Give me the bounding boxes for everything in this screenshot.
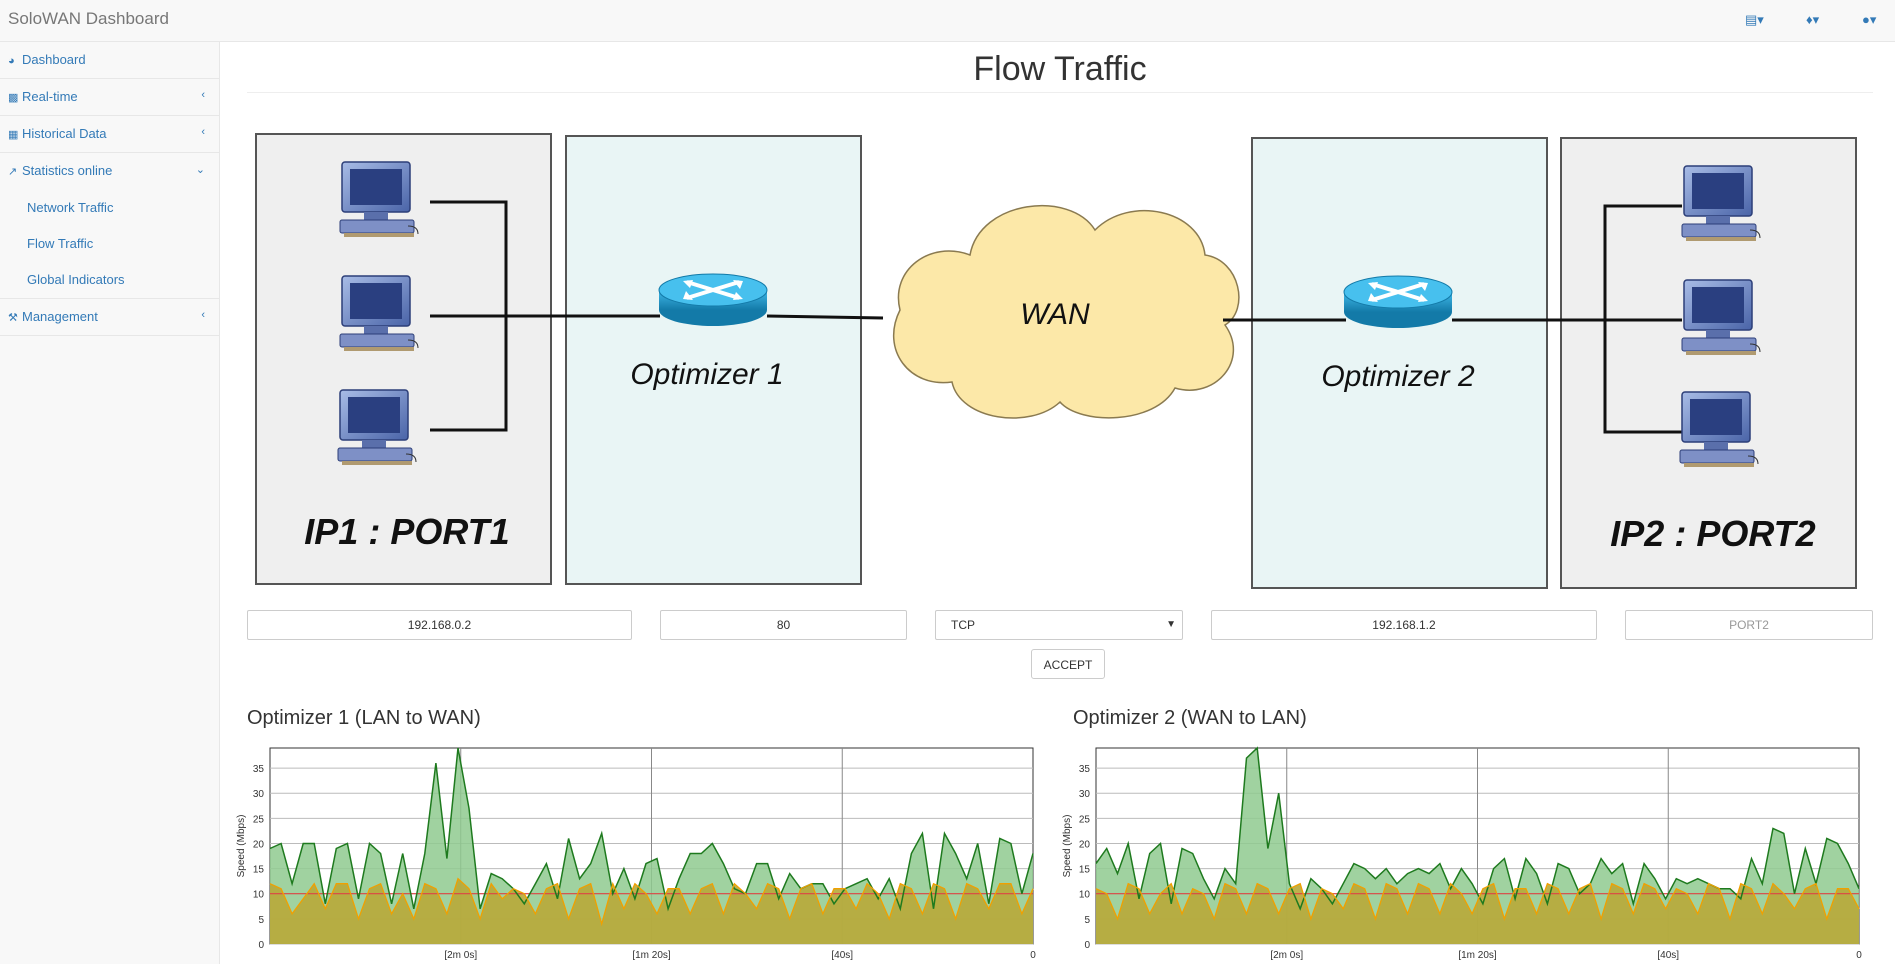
y-tick-label: 5 — [1084, 915, 1090, 926]
protocol-select[interactable]: TCP ▼ — [935, 610, 1183, 640]
sidebar-item-real-time[interactable]: ▩ Real-time ‹ — [0, 79, 219, 116]
chart2-title: Optimizer 2 (WAN to LAN) — [1073, 707, 1307, 729]
accept-button[interactable]: ACCEPT — [1031, 649, 1105, 679]
y-tick-label: 0 — [1084, 940, 1090, 951]
y-tick-label: 10 — [1079, 890, 1091, 901]
chevron-left-icon: ‹ — [201, 309, 205, 321]
chevron-down-icon: ⌄ — [195, 164, 205, 176]
x-tick-label: [40s] — [1657, 950, 1679, 961]
chart-optimizer1: 0 5 10 15 20 25 30 35 [2m 0s] [1m 20s] [40s] 0 Speed… — [236, 747, 1036, 961]
y-tick-label: 30 — [1079, 789, 1091, 800]
y-tick-label: 10 — [253, 890, 265, 901]
chart1-title: Optimizer 1 (LAN to WAN) — [247, 707, 481, 729]
y-tick-label: 25 — [1079, 814, 1091, 825]
x-tick-label: [2m 0s] — [444, 950, 477, 961]
optimizer2-label: Optimizer 2 — [1321, 360, 1475, 393]
y-tick-label: 0 — [258, 940, 264, 951]
sidebar-subitem-global-indicators[interactable]: Global Indicators — [0, 262, 219, 298]
y-tick-label: 15 — [1079, 865, 1091, 876]
y-tick-label: 20 — [253, 839, 265, 850]
dashboard-icon: ◕ — [8, 55, 15, 67]
port1-input[interactable] — [660, 610, 907, 640]
ip2-input[interactable] — [1211, 610, 1597, 640]
sidebar-item-management[interactable]: ⚒ Management ‹ — [0, 299, 219, 336]
optimizer1-label: Optimizer 1 — [630, 358, 783, 391]
port2-input[interactable] — [1625, 610, 1873, 640]
table-icon[interactable]: ▤▾ — [1745, 12, 1764, 28]
x-tick-label: 0 — [1856, 950, 1862, 961]
sidebar-subitem-network-traffic[interactable]: Network Traffic — [0, 190, 219, 226]
sidebar-item-label: Historical Data — [22, 126, 107, 141]
left-host-label: IP1 : PORT1 — [304, 511, 509, 552]
chevron-left-icon: ‹ — [201, 126, 205, 138]
x-tick-label: [2m 0s] — [1270, 950, 1303, 961]
y-tick-label: 25 — [253, 814, 265, 825]
bell-icon[interactable]: ♦▾ — [1806, 12, 1819, 28]
sidebar-item-label: Real-time — [22, 89, 78, 104]
statistics-submenu: Network Traffic Flow Traffic Global Indi… — [0, 190, 219, 299]
x-tick-label: [1m 20s] — [1458, 950, 1497, 961]
y-axis-label: Speed (Mbps) — [1062, 815, 1073, 878]
y-axis-label: Speed (Mbps) — [236, 815, 247, 878]
wan-label: WAN — [1020, 298, 1090, 331]
sidebar-item-dashboard[interactable]: ◕ Dashboard — [0, 42, 219, 79]
divider — [247, 92, 1873, 93]
sidebar: ◕ Dashboard ▩ Real-time ‹ ▦ Historical Data… — [0, 42, 220, 964]
y-tick-label: 20 — [1079, 839, 1091, 850]
chart-optimizer2: 0 5 10 15 20 25 30 35 [2m 0s] [1m 20s] [40s] 0 Speed… — [1062, 746, 1862, 961]
y-tick-label: 5 — [258, 915, 264, 926]
top-navbar: SoloWAN Dashboard ▤▾ ♦▾ ●▾ — [0, 0, 1895, 42]
user-icon[interactable]: ●▾ — [1862, 12, 1876, 28]
caret-down-icon: ▼ — [1166, 619, 1176, 630]
sidebar-item-label: Dashboard — [22, 52, 86, 67]
y-tick-label: 30 — [253, 789, 265, 800]
wrench-icon: ⚒ — [8, 312, 18, 324]
ip1-input[interactable] — [247, 610, 632, 640]
sidebar-item-label: Statistics online — [22, 163, 113, 178]
line-chart-icon: ↗ — [8, 166, 18, 178]
x-tick-label: 0 — [1030, 950, 1036, 961]
sidebar-subitem-flow-traffic[interactable]: Flow Traffic — [0, 226, 219, 262]
sidebar-item-label: Management — [22, 309, 98, 324]
y-tick-label: 15 — [253, 865, 265, 876]
sidebar-item-statistics-online[interactable]: ↗ Statistics online ⌄ — [0, 153, 219, 190]
right-host-label: IP2 : PORT2 — [1610, 513, 1815, 554]
x-tick-label: [1m 20s] — [632, 950, 671, 961]
table-icon: ▦ — [8, 129, 19, 141]
y-tick-label: 35 — [1079, 764, 1091, 775]
bar-chart-icon: ▩ — [8, 92, 19, 104]
protocol-value: TCP — [951, 618, 975, 632]
app-brand[interactable]: SoloWAN Dashboard — [8, 9, 169, 29]
network-diagram: IP1 : PORT1 Optimizer 1 WAN Optimizer 2 … — [255, 133, 1857, 589]
page-title: Flow Traffic — [973, 50, 1147, 88]
chevron-left-icon: ‹ — [201, 89, 205, 101]
sidebar-item-historical-data[interactable]: ▦ Historical Data ‹ — [0, 116, 219, 153]
y-tick-label: 35 — [253, 764, 265, 775]
x-tick-label: [40s] — [831, 950, 853, 961]
